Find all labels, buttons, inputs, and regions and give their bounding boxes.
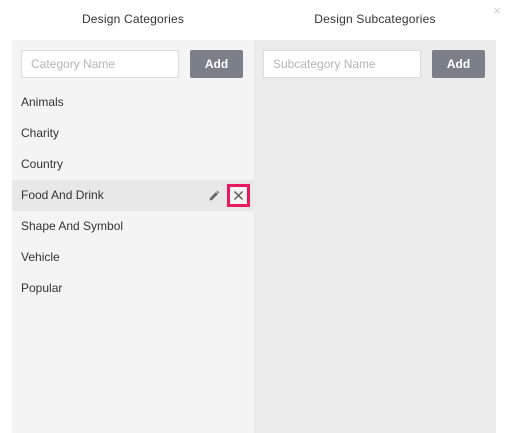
list-item[interactable]: Popular [12,273,254,304]
list-item[interactable]: Charity [12,118,254,149]
list-item[interactable]: Vehicle [12,242,254,273]
add-category-button[interactable]: Add [190,50,243,78]
list-item-selected[interactable]: Food And Drink [12,180,254,211]
category-name-input[interactable] [21,50,179,78]
category-label: Animals [21,95,64,109]
category-label: Country [21,157,64,171]
category-label: Food And Drink [21,188,104,202]
close-icon[interactable] [227,184,250,207]
categories-title: Design Categories [81,12,185,26]
category-label: Popular [21,281,63,295]
category-label: Shape And Symbol [21,219,124,233]
category-label: Charity [21,126,60,140]
subcategory-input-row: Add [263,50,485,78]
add-subcategory-button[interactable]: Add [432,50,485,78]
categories-panel: Add Animals Charity Country Food And Dri… [12,40,254,433]
list-item[interactable]: Shape And Symbol [12,211,254,242]
subcategories-panel: Add [254,40,496,433]
category-input-row: Add [21,50,243,78]
category-list: Animals Charity Country Food And Drink S… [12,87,254,304]
list-item[interactable]: Country [12,149,254,180]
list-item[interactable]: Animals [12,87,254,118]
pencil-icon[interactable] [207,189,221,203]
subcategories-title: Design Subcategories [314,12,436,26]
subcategory-name-input[interactable] [263,50,421,78]
category-label: Vehicle [21,250,60,264]
category-row-actions [207,184,250,207]
